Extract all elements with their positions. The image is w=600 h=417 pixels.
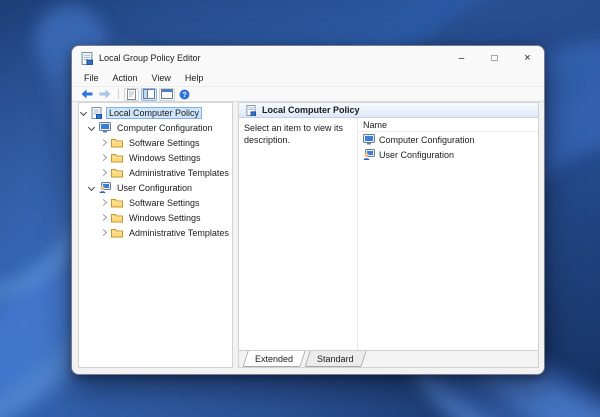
console-window-button[interactable] bbox=[159, 88, 175, 101]
help-button[interactable]: ? bbox=[177, 88, 192, 101]
show-hide-console-tree-icon bbox=[143, 89, 155, 99]
tree-item-administrative-templates-computer[interactable]: Administrative Templates bbox=[79, 165, 232, 180]
tree-item-administrative-templates-user[interactable]: Administrative Templates bbox=[79, 225, 232, 240]
maximize-button[interactable]: □ bbox=[478, 46, 511, 70]
toolbar: ? bbox=[72, 87, 544, 102]
back-button[interactable] bbox=[79, 88, 95, 101]
result-pane-title: Local Computer Policy bbox=[262, 105, 360, 115]
tree-item-label: Local Computer Policy bbox=[107, 108, 201, 118]
folder-icon bbox=[110, 151, 123, 164]
result-pane-body: Select an item to view its description. … bbox=[239, 118, 538, 350]
policy-document-icon bbox=[244, 104, 257, 117]
forward-button[interactable] bbox=[97, 88, 113, 101]
tree-item-label: Computer Configuration bbox=[115, 123, 215, 133]
tree-item-software-settings-user[interactable]: Software Settings bbox=[79, 195, 232, 210]
column-header-name[interactable]: Name bbox=[358, 118, 538, 132]
tree-item-label: Administrative Templates bbox=[127, 228, 231, 238]
folder-icon bbox=[110, 226, 123, 239]
result-pane-header: Local Computer Policy bbox=[239, 103, 538, 118]
forward-icon bbox=[99, 89, 111, 99]
chevron-down-icon[interactable] bbox=[88, 124, 95, 131]
chevron-right-icon[interactable] bbox=[100, 214, 107, 221]
tab-standard[interactable]: Standard bbox=[304, 351, 366, 367]
back-icon bbox=[81, 89, 93, 99]
export-list-icon bbox=[127, 89, 136, 100]
computer-monitor-icon bbox=[362, 133, 375, 146]
list-item-user-configuration[interactable]: User Configuration bbox=[358, 147, 538, 162]
svg-text:?: ? bbox=[182, 92, 186, 99]
tree-item-windows-settings-computer[interactable]: Windows Settings bbox=[79, 150, 232, 165]
chevron-right-icon[interactable] bbox=[100, 139, 107, 146]
tree-item-software-settings-computer[interactable]: Software Settings bbox=[79, 135, 232, 150]
export-list-button[interactable] bbox=[124, 88, 139, 101]
window-controls: – □ × bbox=[445, 46, 544, 70]
close-button[interactable]: × bbox=[511, 46, 544, 70]
menu-file[interactable]: File bbox=[77, 73, 106, 83]
item-description: Select an item to view its description. bbox=[239, 118, 357, 350]
menu-action[interactable]: Action bbox=[106, 73, 145, 83]
gpedit-window: Local Group Policy Editor – □ × File Act… bbox=[71, 45, 545, 375]
tree-item-label: Administrative Templates bbox=[127, 168, 231, 178]
menubar: File Action View Help bbox=[72, 70, 544, 87]
tree-item-label: Windows Settings bbox=[127, 213, 203, 223]
tab-label: Extended bbox=[255, 354, 293, 364]
policy-document-icon bbox=[90, 106, 103, 119]
tab-extended[interactable]: Extended bbox=[242, 351, 305, 367]
console-tree-pane: Local Computer Policy Computer Configura… bbox=[78, 102, 233, 368]
result-list: Name Computer Configuration bbox=[357, 118, 538, 350]
toolbar-separator bbox=[118, 89, 119, 99]
folder-icon bbox=[110, 196, 123, 209]
tree-item-computer-configuration[interactable]: Computer Configuration bbox=[79, 120, 232, 135]
user-icon bbox=[362, 148, 375, 161]
tree-item-label: Software Settings bbox=[127, 198, 202, 208]
menu-help[interactable]: Help bbox=[178, 73, 211, 83]
titlebar[interactable]: Local Group Policy Editor – □ × bbox=[72, 46, 544, 70]
tree-item-label: Software Settings bbox=[127, 138, 202, 148]
tree-item-user-configuration[interactable]: User Configuration bbox=[79, 180, 232, 195]
list-item-computer-configuration[interactable]: Computer Configuration bbox=[358, 132, 538, 147]
tab-label: Standard bbox=[317, 354, 354, 364]
chevron-down-icon[interactable] bbox=[88, 184, 95, 191]
chevron-right-icon[interactable] bbox=[100, 229, 107, 236]
menu-view[interactable]: View bbox=[145, 73, 178, 83]
folder-icon bbox=[110, 136, 123, 149]
chevron-down-icon[interactable] bbox=[80, 109, 87, 116]
folder-icon bbox=[110, 211, 123, 224]
chevron-right-icon[interactable] bbox=[100, 169, 107, 176]
desktop: Local Group Policy Editor – □ × File Act… bbox=[0, 0, 600, 417]
tree-item-windows-settings-user[interactable]: Windows Settings bbox=[79, 210, 232, 225]
result-pane: Local Computer Policy Select an item to … bbox=[238, 102, 539, 368]
show-hide-console-tree-button[interactable] bbox=[141, 88, 157, 101]
window-title: Local Group Policy Editor bbox=[99, 53, 439, 63]
tree-item-label: User Configuration bbox=[115, 183, 194, 193]
chevron-right-icon[interactable] bbox=[100, 154, 107, 161]
view-tabstrip: Extended Standard bbox=[239, 350, 538, 367]
chevron-right-icon[interactable] bbox=[100, 199, 107, 206]
minimize-button[interactable]: – bbox=[445, 46, 478, 70]
tree-item-label: Windows Settings bbox=[127, 153, 203, 163]
folder-icon bbox=[110, 166, 123, 179]
list-item-label: User Configuration bbox=[379, 150, 454, 160]
user-icon bbox=[98, 181, 111, 194]
computer-monitor-icon bbox=[98, 121, 111, 134]
help-icon: ? bbox=[179, 89, 190, 100]
tree-item-local-computer-policy[interactable]: Local Computer Policy bbox=[79, 105, 232, 120]
gpedit-app-icon bbox=[81, 52, 93, 65]
list-item-label: Computer Configuration bbox=[379, 135, 475, 145]
client-area: Local Computer Policy Computer Configura… bbox=[72, 102, 544, 374]
console-window-icon bbox=[161, 89, 173, 99]
